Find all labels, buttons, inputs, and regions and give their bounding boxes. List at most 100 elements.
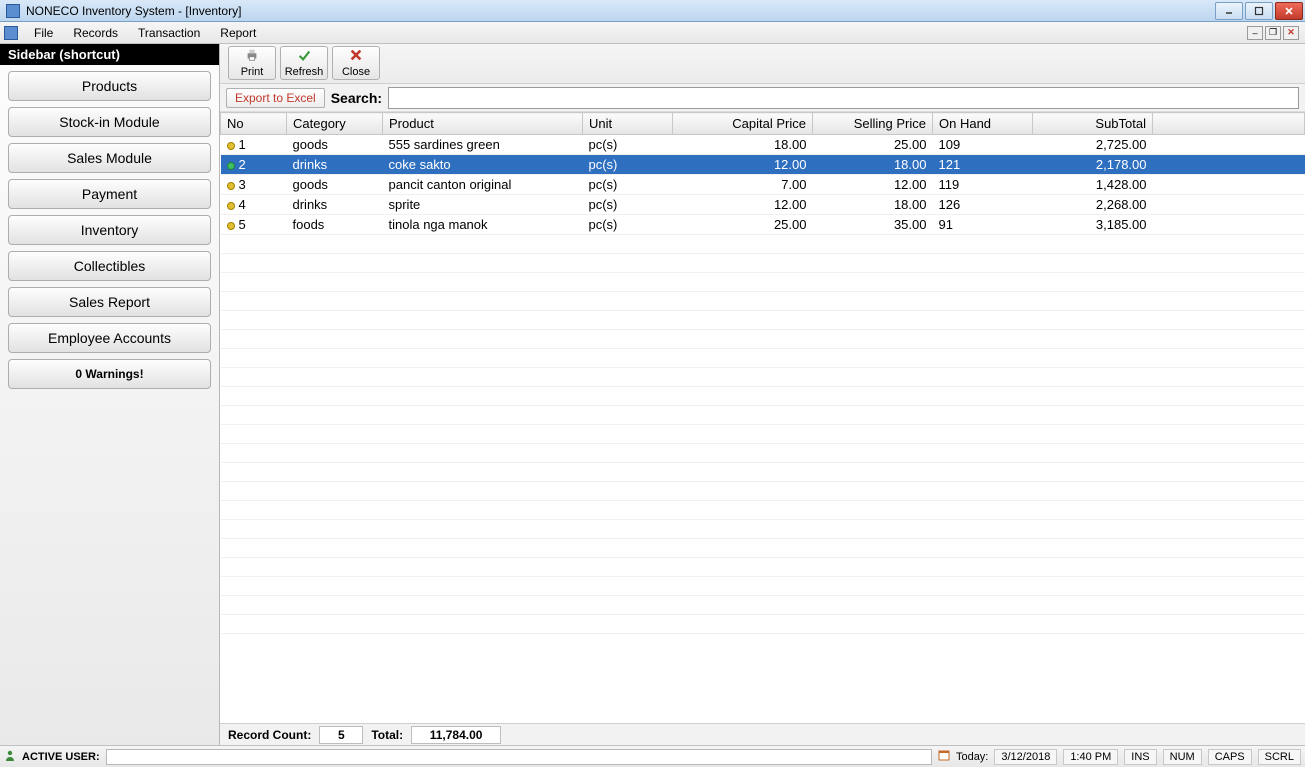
refresh-button[interactable]: Refresh <box>280 46 328 80</box>
app-icon <box>6 4 20 18</box>
col-selling-price[interactable]: Selling Price <box>813 113 933 135</box>
sidebar: Sidebar (shortcut) Products Stock-in Mod… <box>0 44 220 745</box>
close-button[interactable]: Close <box>332 46 380 80</box>
search-input[interactable] <box>388 87 1299 109</box>
table-row-empty <box>221 330 1305 349</box>
window-close-button[interactable] <box>1275 2 1303 20</box>
sidebar-warnings-button[interactable]: 0 Warnings! <box>8 359 211 389</box>
status-bar: ACTIVE USER: Today: 3/12/2018 1:40 PM IN… <box>0 745 1305 767</box>
mdi-minimize-button[interactable]: – <box>1247 26 1263 40</box>
table-row-empty <box>221 254 1305 273</box>
menu-transaction[interactable]: Transaction <box>128 24 210 42</box>
status-num: NUM <box>1163 749 1202 765</box>
row-status-icon <box>227 222 235 230</box>
table-row-empty <box>221 463 1305 482</box>
record-count-value: 5 <box>319 726 363 744</box>
table-row-empty <box>221 577 1305 596</box>
today-label: Today: <box>956 751 988 763</box>
search-bar: Export to Excel Search: <box>220 84 1305 112</box>
table-row-empty <box>221 292 1305 311</box>
table-row-empty <box>221 368 1305 387</box>
menu-file[interactable]: File <box>24 24 63 42</box>
refresh-label: Refresh <box>285 66 324 78</box>
col-category[interactable]: Category <box>287 113 383 135</box>
active-user-label: ACTIVE USER: <box>22 751 100 763</box>
print-label: Print <box>241 66 264 78</box>
sidebar-sales-module-button[interactable]: Sales Module <box>8 143 211 173</box>
window-minimize-button[interactable] <box>1215 2 1243 20</box>
calendar-icon <box>938 749 950 764</box>
menu-report[interactable]: Report <box>210 24 266 42</box>
sidebar-products-button[interactable]: Products <box>8 71 211 101</box>
table-row[interactable]: 5foodstinola nga manokpc(s)25.0035.00913… <box>221 215 1305 235</box>
table-row-empty <box>221 558 1305 577</box>
sidebar-employee-accounts-button[interactable]: Employee Accounts <box>8 323 211 353</box>
row-status-icon <box>227 142 235 150</box>
status-ins: INS <box>1124 749 1156 765</box>
grid-footer: Record Count: 5 Total: 11,784.00 <box>220 723 1305 745</box>
inventory-grid[interactable]: No Category Product Unit Capital Price S… <box>220 112 1305 723</box>
col-on-hand[interactable]: On Hand <box>933 113 1033 135</box>
sidebar-header: Sidebar (shortcut) <box>0 44 219 65</box>
total-value: 11,784.00 <box>411 726 501 744</box>
table-row-empty <box>221 615 1305 634</box>
table-row[interactable]: 3goodspancit canton originalpc(s)7.0012.… <box>221 175 1305 195</box>
close-icon <box>349 48 363 65</box>
active-user-value <box>106 749 932 765</box>
col-unit[interactable]: Unit <box>583 113 673 135</box>
mdi-app-icon <box>4 26 18 40</box>
col-subtotal[interactable]: SubTotal <box>1033 113 1153 135</box>
status-caps: CAPS <box>1208 749 1252 765</box>
menu-records[interactable]: Records <box>63 24 128 42</box>
check-icon <box>297 48 311 65</box>
mdi-restore-button[interactable]: ❐ <box>1265 26 1281 40</box>
main-panel: Print Refresh Close Export to Excel Sear… <box>220 44 1305 745</box>
sidebar-sales-report-button[interactable]: Sales Report <box>8 287 211 317</box>
table-row-empty <box>221 311 1305 330</box>
status-scrl: SCRL <box>1258 749 1301 765</box>
window-maximize-button[interactable] <box>1245 2 1273 20</box>
sidebar-payment-button[interactable]: Payment <box>8 179 211 209</box>
table-row-empty <box>221 349 1305 368</box>
table-row[interactable]: 4drinksspritepc(s)12.0018.001262,268.00 <box>221 195 1305 215</box>
table-row-empty <box>221 406 1305 425</box>
sidebar-inventory-button[interactable]: Inventory <box>8 215 211 245</box>
col-spacer <box>1153 113 1305 135</box>
table-row[interactable]: 1goods555 sardines greenpc(s)18.0025.001… <box>221 135 1305 155</box>
window-titlebar: NONECO Inventory System - [Inventory] <box>0 0 1305 22</box>
row-status-icon <box>227 162 235 170</box>
table-row[interactable]: 2drinkscoke saktopc(s)12.0018.001212,178… <box>221 155 1305 175</box>
table-row-empty <box>221 596 1305 615</box>
row-status-icon <box>227 182 235 190</box>
table-row-empty <box>221 444 1305 463</box>
table-row-empty <box>221 387 1305 406</box>
close-label: Close <box>342 66 370 78</box>
status-date: 3/12/2018 <box>994 749 1057 765</box>
record-count-label: Record Count: <box>228 728 311 742</box>
col-no[interactable]: No <box>221 113 287 135</box>
sidebar-collectibles-button[interactable]: Collectibles <box>8 251 211 281</box>
toolbar: Print Refresh Close <box>220 44 1305 84</box>
table-row-empty <box>221 273 1305 292</box>
status-time: 1:40 PM <box>1063 749 1118 765</box>
export-excel-button[interactable]: Export to Excel <box>226 88 325 108</box>
table-row-empty <box>221 482 1305 501</box>
table-row-empty <box>221 501 1305 520</box>
table-row-empty <box>221 235 1305 254</box>
col-product[interactable]: Product <box>383 113 583 135</box>
total-label: Total: <box>371 728 403 742</box>
grid-header-row: No Category Product Unit Capital Price S… <box>221 113 1305 135</box>
table-row-empty <box>221 425 1305 444</box>
user-icon <box>4 749 16 764</box>
menu-bar: File Records Transaction Report – ❐ ✕ <box>0 22 1305 44</box>
window-title: NONECO Inventory System - [Inventory] <box>26 4 1215 18</box>
col-capital-price[interactable]: Capital Price <box>673 113 813 135</box>
search-label: Search: <box>331 90 382 106</box>
mdi-close-button[interactable]: ✕ <box>1283 26 1299 40</box>
row-status-icon <box>227 202 235 210</box>
print-button[interactable]: Print <box>228 46 276 80</box>
table-row-empty <box>221 539 1305 558</box>
printer-icon <box>245 48 259 65</box>
table-row-empty <box>221 520 1305 539</box>
sidebar-stockin-button[interactable]: Stock-in Module <box>8 107 211 137</box>
